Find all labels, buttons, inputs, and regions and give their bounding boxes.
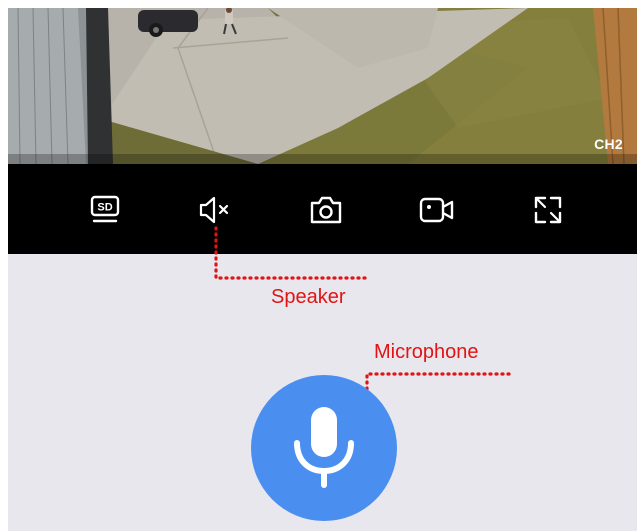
sd-quality-icon: SD bbox=[90, 195, 120, 223]
camera-snapshot-icon bbox=[310, 196, 342, 224]
sd-quality-text: SD bbox=[97, 202, 112, 214]
channel-label: CH2 bbox=[594, 136, 623, 152]
record-video-button[interactable] bbox=[415, 188, 459, 232]
camera-scene bbox=[8, 8, 637, 164]
microphone-icon bbox=[294, 407, 354, 488]
camera-video-feed[interactable]: CH2 bbox=[8, 8, 637, 164]
speaker-annotation-label: Speaker bbox=[271, 286, 346, 308]
speaker-muted-icon bbox=[199, 196, 229, 224]
app-screen: CH2 SD Speaker Microphone bbox=[8, 8, 637, 531]
fullscreen-icon bbox=[534, 196, 562, 224]
microphone-button[interactable] bbox=[251, 375, 397, 521]
video-record-icon bbox=[419, 197, 454, 223]
fullscreen-button[interactable] bbox=[526, 188, 570, 232]
speaker-annotation-leader bbox=[214, 226, 370, 280]
sd-quality-button[interactable]: SD bbox=[83, 188, 127, 232]
microphone-annotation-label: Microphone bbox=[374, 341, 479, 363]
